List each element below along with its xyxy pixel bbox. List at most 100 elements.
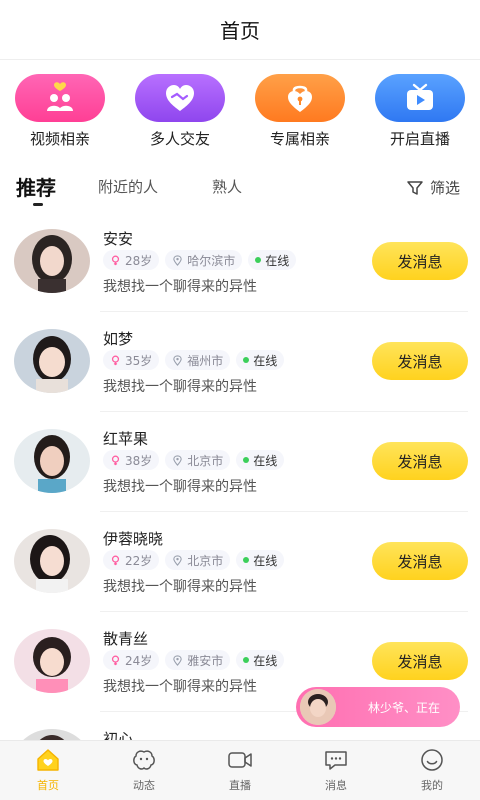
female-icon bbox=[111, 455, 120, 465]
age-badge: 22岁 bbox=[103, 550, 160, 570]
location-pin-icon bbox=[173, 554, 182, 566]
user-tags: 22岁 北京市 在线 bbox=[103, 550, 285, 570]
user-bio: 我想找一个聊得来的异性 bbox=[103, 679, 257, 695]
age-badge: 38岁 bbox=[103, 450, 160, 470]
user-name: 安安 bbox=[103, 230, 134, 248]
city-badge: 雅安市 bbox=[165, 650, 231, 670]
user-tags: 24岁 雅安市 在线 bbox=[103, 650, 285, 670]
female-icon bbox=[111, 555, 120, 565]
top-bar: 首页 bbox=[0, 0, 480, 60]
online-dot-icon bbox=[243, 357, 250, 363]
tv-play-icon bbox=[407, 83, 433, 110]
feed-tabs: 推荐 附近的人 熟人 筛选 bbox=[0, 172, 480, 208]
tab-recommend[interactable]: 推荐 bbox=[16, 172, 56, 201]
location-pin-icon bbox=[173, 254, 182, 266]
video-camera-icon bbox=[228, 752, 252, 768]
user-list: 安安 28岁 哈尔滨市 在线 我想找一个聊得来的异性 发消息 如梦 35岁 福州… bbox=[0, 212, 480, 740]
age-badge: 24岁 bbox=[103, 650, 160, 670]
bottom-tab-bar: 首页 动态 直播 消息 我的 bbox=[0, 740, 480, 800]
quick-label: 开启直播 bbox=[389, 130, 450, 148]
city-badge: 哈尔滨市 bbox=[165, 250, 243, 270]
tab-label: 我的 bbox=[421, 779, 443, 792]
user-name: 初心 bbox=[103, 730, 134, 740]
quick-actions: 视频相亲 多人交友 专属相亲 开启直播 bbox=[0, 74, 480, 154]
tab-acquaintances[interactable]: 熟人 bbox=[212, 176, 242, 197]
age-badge: 28岁 bbox=[103, 250, 160, 270]
online-status: 在线 bbox=[248, 250, 297, 270]
tab-label: 直播 bbox=[229, 779, 251, 792]
avatar[interactable] bbox=[14, 629, 90, 693]
tab-nearby[interactable]: 附近的人 bbox=[98, 176, 158, 197]
handshake-heart-icon bbox=[166, 85, 194, 111]
quick-video-date[interactable]: 视频相亲 bbox=[10, 74, 110, 149]
send-message-button[interactable]: 发消息 bbox=[372, 542, 468, 580]
avatar[interactable] bbox=[14, 429, 90, 493]
tab-active-indicator bbox=[33, 203, 43, 206]
chat-bubble-icon bbox=[325, 751, 347, 770]
couple-heart-icon bbox=[47, 82, 73, 111]
avatar[interactable] bbox=[14, 329, 90, 393]
online-dot-icon bbox=[243, 557, 250, 563]
filter-label: 筛选 bbox=[429, 179, 460, 197]
user-name: 红苹果 bbox=[103, 430, 149, 448]
city-badge: 福州市 bbox=[165, 350, 231, 370]
user-bio: 我想找一个聊得来的异性 bbox=[103, 579, 257, 595]
quick-start-live[interactable]: 开启直播 bbox=[370, 74, 470, 149]
home-heart-icon bbox=[37, 749, 59, 771]
avatar[interactable] bbox=[14, 529, 90, 593]
list-item[interactable]: 伊蓉晓晓 22岁 北京市 在线 我想找一个聊得来的异性 发消息 bbox=[0, 512, 480, 612]
tab-label: 动态 bbox=[133, 779, 155, 792]
online-dot-icon bbox=[255, 257, 262, 263]
online-status: 在线 bbox=[236, 550, 285, 570]
avatar[interactable] bbox=[14, 229, 90, 293]
location-pin-icon bbox=[173, 454, 182, 466]
avatar[interactable] bbox=[14, 729, 90, 740]
female-icon bbox=[111, 355, 120, 365]
tab-messages[interactable]: 消息 bbox=[306, 747, 366, 793]
user-bio: 我想找一个聊得来的异性 bbox=[103, 479, 257, 495]
quick-group-friends[interactable]: 多人交友 bbox=[130, 74, 230, 149]
city-badge: 北京市 bbox=[165, 450, 231, 470]
online-dot-icon bbox=[243, 657, 250, 663]
online-dot-icon bbox=[243, 457, 250, 463]
quick-label: 专属相亲 bbox=[269, 130, 330, 148]
age-badge: 35岁 bbox=[103, 350, 160, 370]
live-notification[interactable]: 林少爷、正在 bbox=[296, 687, 460, 727]
female-icon bbox=[111, 255, 120, 265]
user-tags: 28岁 哈尔滨市 在线 bbox=[103, 250, 297, 270]
smile-face-icon bbox=[421, 749, 443, 771]
list-item[interactable]: 红苹果 38岁 北京市 在线 我想找一个聊得来的异性 发消息 bbox=[0, 412, 480, 512]
quick-label: 多人交友 bbox=[149, 130, 210, 148]
list-item[interactable]: 安安 28岁 哈尔滨市 在线 我想找一个聊得来的异性 发消息 bbox=[0, 212, 480, 312]
user-tags: 38岁 北京市 在线 bbox=[103, 450, 285, 470]
send-message-button[interactable]: 发消息 bbox=[372, 242, 468, 280]
live-notification-text: 林少爷、正在 bbox=[368, 700, 441, 715]
city-badge: 北京市 bbox=[165, 550, 231, 570]
page-title: 首页 bbox=[220, 19, 260, 43]
send-message-button[interactable]: 发消息 bbox=[372, 642, 468, 680]
user-bio: 我想找一个聊得来的异性 bbox=[103, 379, 257, 395]
online-status: 在线 bbox=[236, 350, 285, 370]
heart-lock-icon bbox=[288, 85, 312, 112]
user-name: 散青丝 bbox=[103, 630, 149, 648]
user-name: 如梦 bbox=[103, 330, 134, 348]
tab-moments[interactable]: 动态 bbox=[114, 747, 174, 793]
avatar bbox=[300, 689, 336, 725]
send-message-button[interactable]: 发消息 bbox=[372, 342, 468, 380]
online-status: 在线 bbox=[236, 450, 285, 470]
quick-exclusive-date[interactable]: 专属相亲 bbox=[250, 74, 350, 149]
list-item[interactable]: 如梦 35岁 福州市 在线 我想找一个聊得来的异性 发消息 bbox=[0, 312, 480, 412]
filter-funnel-icon bbox=[407, 180, 423, 195]
tab-label: 首页 bbox=[37, 779, 59, 792]
send-message-button[interactable]: 发消息 bbox=[372, 442, 468, 480]
tab-home[interactable]: 首页 bbox=[18, 747, 78, 793]
location-pin-icon bbox=[173, 354, 182, 366]
location-pin-icon bbox=[173, 654, 182, 666]
filter-button[interactable]: 筛选 bbox=[406, 177, 460, 198]
tab-live[interactable]: 直播 bbox=[210, 747, 270, 793]
online-status: 在线 bbox=[236, 650, 285, 670]
user-tags: 35岁 福州市 在线 bbox=[103, 350, 285, 370]
tab-label: 消息 bbox=[325, 779, 347, 792]
quick-label: 视频相亲 bbox=[29, 130, 90, 148]
tab-profile[interactable]: 我的 bbox=[402, 747, 462, 793]
